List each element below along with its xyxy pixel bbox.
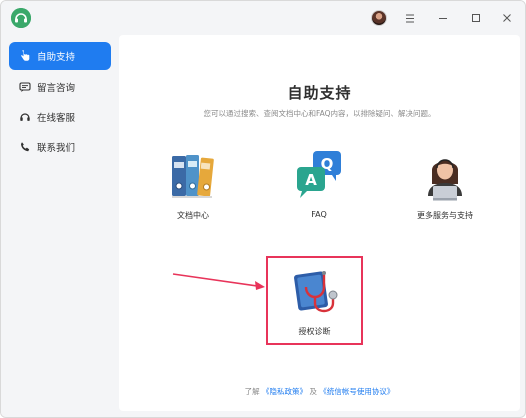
- binders-icon: [168, 150, 218, 202]
- terms-link[interactable]: 《统信帐号使用协议》: [319, 387, 394, 396]
- sidebar-item-label: 留言咨询: [37, 83, 76, 94]
- app-window: 自助支持 留言咨询 在线客服 联系我们 自助支持 您可以通过搜索、查阅文档中心和…: [0, 0, 526, 418]
- app-logo-icon: [11, 8, 31, 28]
- title-bar: [1, 1, 525, 35]
- card-label: 更多服务与支持: [417, 211, 473, 220]
- hand-point-icon: [19, 50, 31, 62]
- footer-conjunction: 及: [309, 387, 317, 396]
- sidebar-item-label: 联系我们: [37, 143, 76, 154]
- sidebar-item-label: 在线客服: [37, 113, 76, 124]
- page-subtitle: 您可以通过搜索、查阅文档中心和FAQ内容，以排除疑问、解决问题。: [203, 109, 436, 118]
- svg-text:A: A: [305, 171, 317, 189]
- minimize-icon: [439, 18, 447, 19]
- minimize-button[interactable]: [433, 8, 453, 28]
- docs-center-card[interactable]: 文档中心: [143, 150, 243, 230]
- maximize-icon: [472, 14, 480, 22]
- sidebar-item-online-service[interactable]: 在线客服: [9, 103, 111, 131]
- privacy-policy-link[interactable]: 《隐私政策》: [262, 387, 307, 396]
- main-panel: 自助支持 您可以通过搜索、查阅文档中心和FAQ内容，以排除疑问、解决问题。 文档…: [119, 35, 520, 411]
- page-title: 自助支持: [287, 84, 352, 102]
- phone-icon: [19, 141, 31, 153]
- footer-prefix: 了解: [244, 387, 260, 396]
- qa-bubbles-icon: Q A: [294, 150, 344, 202]
- card-label: 文档中心: [177, 211, 209, 220]
- sidebar: 自助支持 留言咨询 在线客服 联系我们: [1, 35, 119, 417]
- hamburger-icon: [406, 14, 414, 22]
- footer-links: 了解 《隐私政策》 及 《统信帐号使用协议》: [119, 386, 520, 397]
- maximize-button[interactable]: [466, 8, 486, 28]
- more-services-card[interactable]: 更多服务与支持: [395, 150, 495, 230]
- annotation-arrow-icon: [172, 273, 265, 290]
- sidebar-item-label: 自助支持: [37, 52, 76, 63]
- close-icon: [503, 14, 511, 22]
- stethoscope-icon: [294, 269, 338, 315]
- message-icon: [19, 81, 31, 93]
- license-diagnosis-card[interactable]: 授权诊断: [266, 256, 363, 345]
- sidebar-item-self-support[interactable]: 自助支持: [9, 42, 111, 70]
- card-label: FAQ: [311, 210, 327, 219]
- close-button[interactable]: [497, 8, 517, 28]
- menu-button[interactable]: [400, 8, 420, 28]
- user-avatar[interactable]: [371, 10, 387, 26]
- sidebar-item-message[interactable]: 留言咨询: [9, 73, 111, 101]
- headset-icon: [19, 111, 31, 123]
- faq-card[interactable]: Q A FAQ: [269, 150, 369, 230]
- support-agent-icon: [420, 150, 470, 202]
- sidebar-item-contact-us[interactable]: 联系我们: [9, 133, 111, 161]
- card-label: 授权诊断: [298, 327, 331, 336]
